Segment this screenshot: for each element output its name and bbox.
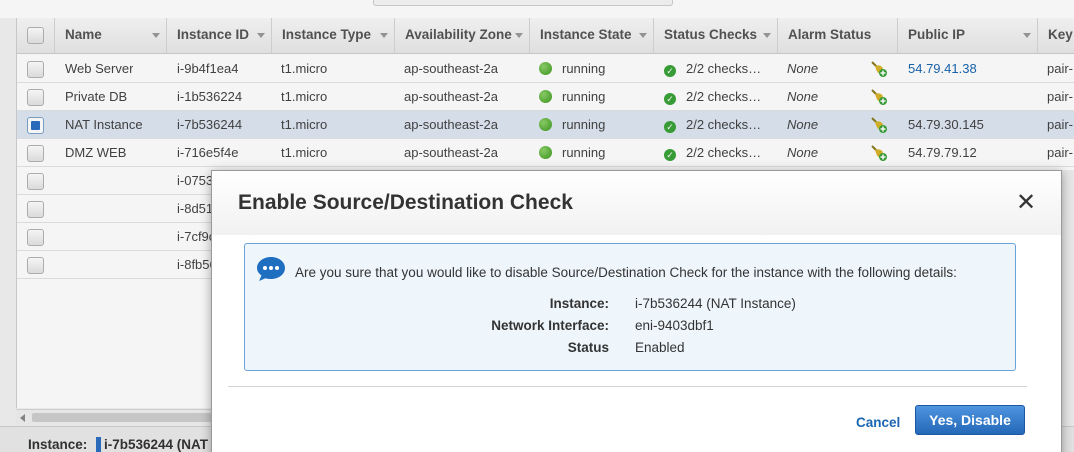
detail-value: eni-9403dbf1 [635,318,714,333]
cancel-button[interactable]: Cancel [856,415,900,430]
dialog-header: Enable Source/Destination Check ✕ [212,171,1061,235]
dialog-divider [228,386,1027,387]
enable-source-dest-check-dialog: Enable Source/Destination Check ✕ Are yo… [211,170,1062,452]
detail-row-network-interface: Network Interface: eni-9403dbf1 [245,318,1015,336]
detail-key: Status [567,340,609,355]
detail-row-instance: Instance: i-7b536244 (NAT Instance) [245,296,1015,314]
speech-bubble-icon [257,257,285,281]
close-icon[interactable]: ✕ [1014,191,1038,215]
detail-value: Enabled [635,340,685,355]
detail-row-status: Status Enabled [245,340,1015,358]
detail-key: Network Interface: [491,318,609,333]
detail-key: Instance: [549,296,609,311]
confirmation-message: Are you sure that you would like to disa… [295,265,957,280]
info-box: Are you sure that you would like to disa… [244,243,1016,371]
dialog-title: Enable Source/Destination Check [238,191,573,214]
yes-disable-button[interactable]: Yes, Disable [915,405,1025,435]
detail-value: i-7b536244 (NAT Instance) [635,296,796,311]
